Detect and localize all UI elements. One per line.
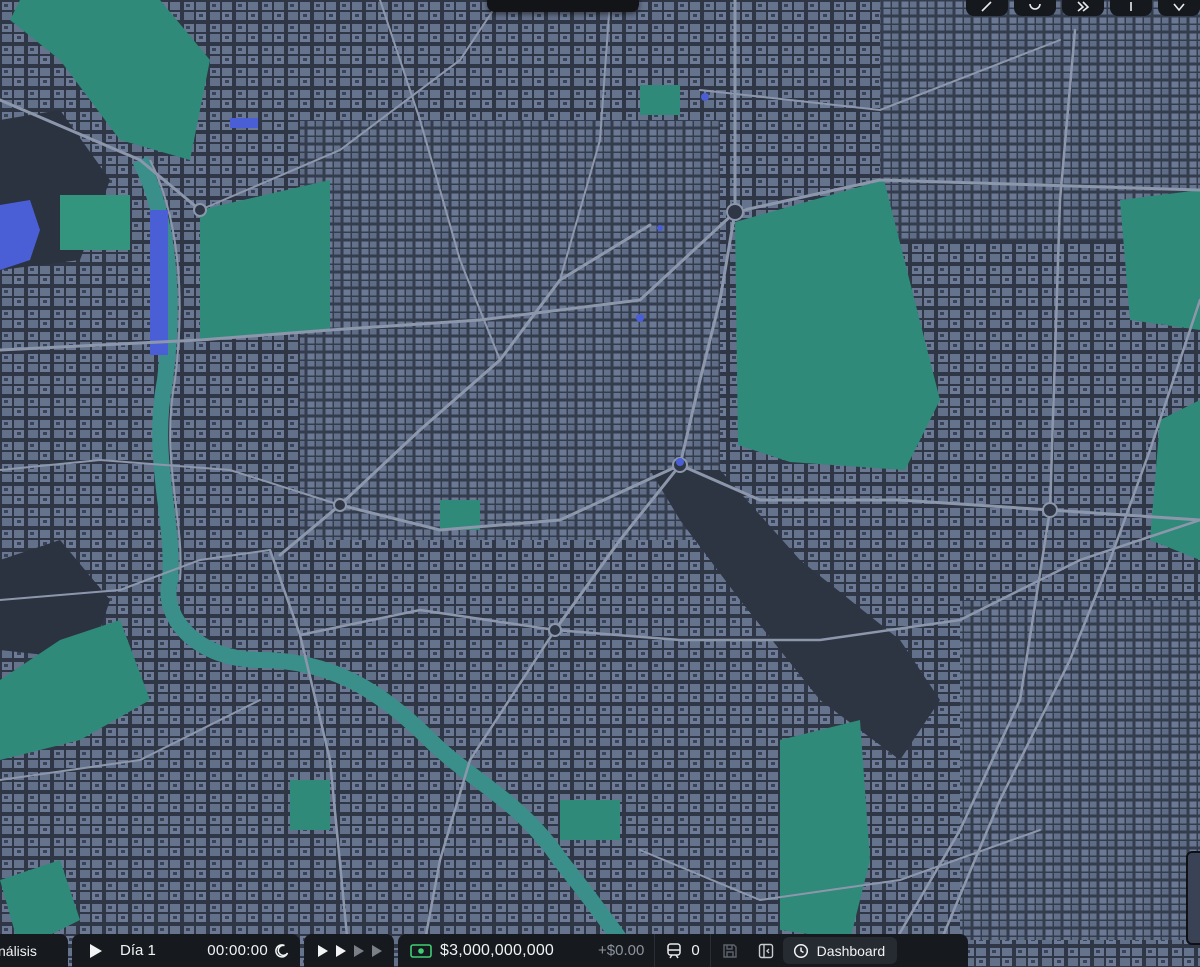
pen-icon xyxy=(981,1,992,12)
plus-tool-button[interactable] xyxy=(1110,0,1152,16)
collapse-panel-icon[interactable] xyxy=(757,942,775,960)
park-small-4 xyxy=(290,780,330,830)
park-small-6 xyxy=(440,500,480,530)
map-dense-southeast xyxy=(960,600,1200,940)
dashboard-button[interactable]: Dashboard xyxy=(782,937,898,964)
moon-icon xyxy=(274,943,290,959)
park-small-3 xyxy=(60,195,130,250)
speed-3-icon[interactable] xyxy=(352,944,366,958)
draw-tool-button[interactable] xyxy=(966,0,1008,16)
play-button[interactable] xyxy=(84,939,108,963)
divider xyxy=(654,934,656,967)
finance-panel: $3,000,000,000 +$0.00 0 Dashboard xyxy=(398,934,968,967)
fast-forward-tool-button[interactable] xyxy=(1062,0,1104,16)
money-delta: +$0.00 xyxy=(598,942,645,959)
city-map[interactable] xyxy=(0,0,1200,967)
speed-1-icon[interactable] xyxy=(316,944,330,958)
rotate-tool-button[interactable] xyxy=(1014,0,1056,16)
layers-tool-button[interactable] xyxy=(1158,0,1200,16)
analysis-tab[interactable]: nálisis xyxy=(0,934,68,967)
money-balance: $3,000,000,000 xyxy=(440,941,555,959)
top-toolbar[interactable] xyxy=(487,0,639,12)
speed-4-icon[interactable] xyxy=(370,944,384,958)
speed-panel xyxy=(304,934,394,967)
park-small-7 xyxy=(640,85,680,115)
time-panel: Día 1 00:00:00 xyxy=(72,934,300,967)
layers-icon xyxy=(1173,3,1185,12)
cash-icon xyxy=(410,943,432,959)
clock: 00:00:00 xyxy=(207,942,268,959)
save-icon[interactable] xyxy=(721,942,739,960)
bottom-bar: nálisis Día 1 00:00:00 $3,000,000,000 +$… xyxy=(0,934,970,967)
water-pond xyxy=(230,118,258,128)
train-icon[interactable] xyxy=(665,942,683,960)
park-small-5 xyxy=(560,800,620,840)
trains-count: 0 xyxy=(691,942,700,959)
park-southeast xyxy=(780,720,870,940)
minimap[interactable] xyxy=(1186,851,1200,945)
water-canal xyxy=(150,210,168,355)
park-east xyxy=(1120,190,1200,330)
dashboard-label: Dashboard xyxy=(816,942,886,959)
clock-icon xyxy=(793,943,808,958)
plus-icon xyxy=(1130,2,1132,11)
fast-forward-icon xyxy=(1077,1,1090,12)
top-right-tools xyxy=(966,0,1200,16)
divider xyxy=(709,934,711,967)
analysis-label: nálisis xyxy=(0,942,37,959)
speed-2-icon[interactable] xyxy=(334,944,348,958)
play-icon xyxy=(90,943,102,958)
day-label: Día 1 xyxy=(120,942,156,959)
rotate-icon xyxy=(1029,3,1041,10)
